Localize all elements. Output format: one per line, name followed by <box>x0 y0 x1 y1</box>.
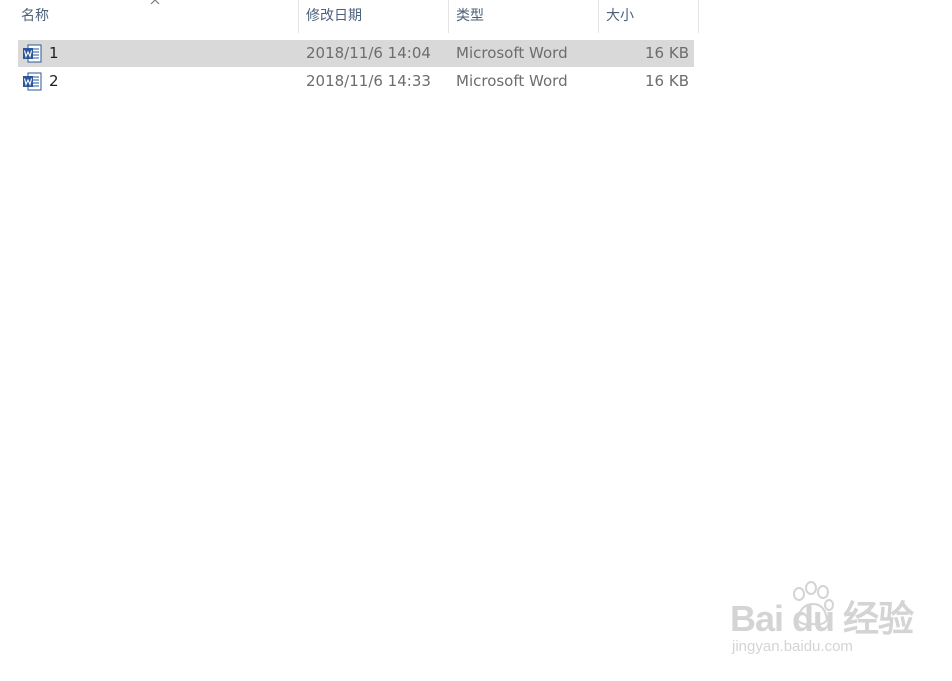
column-header-size[interactable]: 大小 <box>600 0 699 33</box>
file-size: 16 KB <box>645 44 689 62</box>
baidu-jingyan-watermark: Bai du 经验 jingyan.baidu.com <box>730 580 930 665</box>
file-name[interactable]: 2 <box>49 68 59 95</box>
file-size: 16 KB <box>645 72 689 90</box>
file-name[interactable]: 1 <box>49 40 59 67</box>
column-header-bar: 名称 修改日期 类型 大小 <box>0 0 700 33</box>
file-row[interactable]: 1 2018/11/6 14:04 Microsoft Word 16 KB <box>18 40 694 67</box>
file-row[interactable]: 2 2018/11/6 14:33 Microsoft Word 16 KB <box>18 68 694 95</box>
word-document-icon <box>23 44 42 63</box>
word-document-icon <box>23 72 42 91</box>
column-header-date[interactable]: 修改日期 <box>300 0 449 33</box>
file-type: Microsoft Word <box>456 72 568 90</box>
file-modified-date: 2018/11/6 14:04 <box>306 44 431 62</box>
file-type: Microsoft Word <box>456 44 568 62</box>
file-modified-date: 2018/11/6 14:33 <box>306 72 431 90</box>
column-header-name[interactable]: 名称 <box>15 0 299 33</box>
column-header-type[interactable]: 类型 <box>450 0 599 33</box>
watermark-url: jingyan.baidu.com <box>732 638 853 655</box>
watermark-text: Bai du 经验 <box>730 598 914 639</box>
